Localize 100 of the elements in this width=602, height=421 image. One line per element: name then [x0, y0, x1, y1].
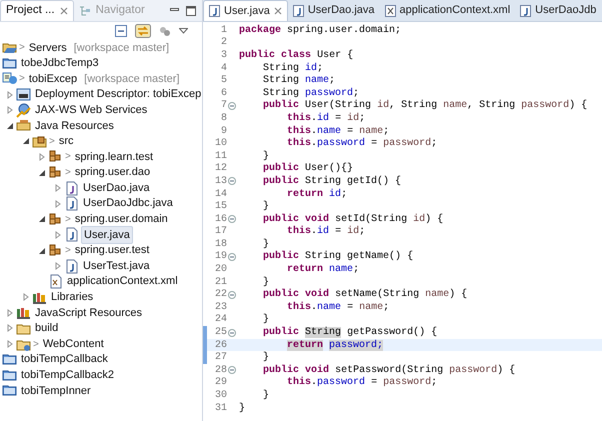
collapse-arrow-icon[interactable] — [38, 246, 46, 255]
tree-item[interactable]: build — [33, 320, 60, 337]
globe-document-icon — [2, 71, 17, 86]
tree-item[interactable]: tobiTempCallback — [19, 351, 110, 368]
tree-item[interactable]: UserDaoJdbc.java — [81, 195, 175, 212]
tree-item[interactable]: applicationContext.xml — [65, 273, 180, 290]
link-with-editor-icon[interactable] — [135, 24, 151, 38]
tree-item[interactable]: JavaScript Resources — [33, 304, 144, 322]
expand-arrow-icon[interactable] — [6, 106, 14, 114]
tree-item[interactable]: WebContent — [40, 336, 106, 352]
line-number: 13 — [214, 174, 227, 189]
code-line: this.name = name; — [286, 124, 390, 138]
view-menu-icon[interactable] — [179, 28, 188, 34]
expand-arrow-icon[interactable] — [6, 308, 14, 317]
line-number: 8 — [220, 112, 227, 126]
expand-arrow-icon[interactable] — [6, 324, 14, 332]
close-icon[interactable] — [60, 7, 68, 15]
fold-icon[interactable] — [228, 328, 236, 337]
tree-item[interactable]: spring.user.dao — [72, 164, 152, 181]
line-number: 29 — [214, 376, 227, 390]
expand-arrow-icon[interactable] — [54, 184, 62, 192]
code-line: return password; — [286, 338, 384, 353]
editor-tab[interactable]: UserDao.java — [288, 0, 380, 21]
folder-icon — [16, 118, 31, 134]
java-file-icon — [64, 258, 79, 274]
tree-item[interactable]: src — [56, 133, 76, 150]
line-number: 6 — [220, 86, 227, 100]
fold-icon[interactable] — [228, 215, 236, 224]
code-line: public String getPassword() { — [262, 326, 438, 340]
line-number: 2 — [220, 36, 227, 50]
view-tab[interactable]: Project ... — [0, 0, 74, 21]
tree-item[interactable]: User.java — [81, 226, 133, 244]
line-number: 19 — [214, 250, 227, 264]
expand-arrow-icon[interactable] — [22, 293, 30, 302]
document-icon — [16, 87, 31, 102]
line-number: 16 — [214, 212, 227, 226]
line-number: 24 — [214, 313, 227, 327]
filter-icon[interactable] — [159, 26, 171, 36]
tree-item[interactable]: UserDao.java — [81, 180, 152, 196]
git-status-marker: > — [65, 166, 71, 180]
expand-arrow-icon[interactable] — [6, 90, 14, 99]
tree-item[interactable]: Libraries — [49, 289, 96, 306]
tree-item[interactable]: Deployment Descriptor: tobiExcep — [33, 86, 202, 103]
code-line: this.id = id; — [286, 224, 366, 240]
code-line: String password; — [262, 86, 360, 100]
tree-item[interactable]: spring.user.domain — [72, 211, 170, 228]
code-line: } — [262, 312, 270, 326]
code-line: } — [262, 150, 270, 162]
tree-item[interactable]: JAX-WS Web Services — [33, 102, 150, 118]
tree-item[interactable]: tobiTempCallback2 — [19, 367, 116, 384]
code-line: return id; — [286, 188, 348, 202]
fold-icon[interactable] — [228, 290, 236, 299]
java-file-icon — [64, 180, 79, 196]
line-number: 9 — [220, 124, 227, 138]
fold-icon[interactable] — [228, 102, 236, 110]
tree-item[interactable]: UserTest.java — [81, 258, 152, 274]
tree-item[interactable]: tobiTempInner — [19, 382, 93, 400]
tree-item[interactable]: Java Resources — [33, 118, 116, 134]
navigator-icon — [78, 6, 91, 16]
fold-icon[interactable] — [228, 177, 236, 186]
git-status-marker: > — [19, 72, 25, 86]
editor-tab[interactable]: UserDaoJdb — [515, 0, 602, 21]
expand-arrow-icon[interactable] — [54, 230, 62, 239]
xml-file-icon — [48, 274, 63, 290]
line-number: 4 — [220, 62, 227, 75]
branch-label: [workspace master] — [74, 40, 170, 56]
editor-tab[interactable]: applicationContext.xml — [380, 0, 516, 21]
collapse-arrow-icon[interactable] — [22, 137, 30, 146]
line-number: 27 — [214, 351, 227, 365]
tree-item[interactable]: spring.learn.test — [72, 148, 156, 166]
collapse-arrow-icon[interactable] — [6, 122, 14, 130]
line-number: 14 — [214, 188, 227, 201]
line-number: 25 — [214, 326, 227, 340]
expand-arrow-icon[interactable] — [54, 200, 62, 208]
package-folder-icon — [32, 134, 47, 149]
code-line: } — [262, 350, 270, 364]
close-icon[interactable] — [274, 7, 282, 15]
editor-tab[interactable]: User.java — [203, 0, 288, 21]
fold-icon[interactable] — [228, 252, 236, 261]
package-icon — [48, 243, 63, 258]
expand-arrow-icon[interactable] — [54, 262, 62, 270]
code-line: public void setId(String id) { — [262, 212, 444, 226]
java-file-icon — [292, 4, 304, 16]
java-file-icon — [64, 196, 79, 212]
collapse-all-icon[interactable] — [115, 25, 127, 37]
expand-arrow-icon[interactable] — [6, 340, 14, 348]
books-icon — [16, 305, 31, 320]
line-number: 11 — [214, 150, 227, 163]
collapse-arrow-icon[interactable] — [38, 168, 46, 177]
code-line: } — [262, 200, 270, 214]
tree-item[interactable]: Servers — [26, 40, 69, 56]
line-number: 12 — [214, 162, 227, 176]
expand-arrow-icon[interactable] — [38, 152, 46, 161]
folder-icon — [2, 383, 17, 398]
collapse-arrow-icon[interactable] — [38, 215, 46, 224]
code-line: public class User { — [238, 48, 354, 62]
tree-item[interactable]: tobeJdbcTemp3 — [19, 55, 101, 72]
fold-icon[interactable] — [228, 366, 236, 374]
tree-item[interactable]: spring.user.test — [72, 242, 152, 259]
tree-item[interactable]: tobiExcep — [26, 70, 80, 88]
